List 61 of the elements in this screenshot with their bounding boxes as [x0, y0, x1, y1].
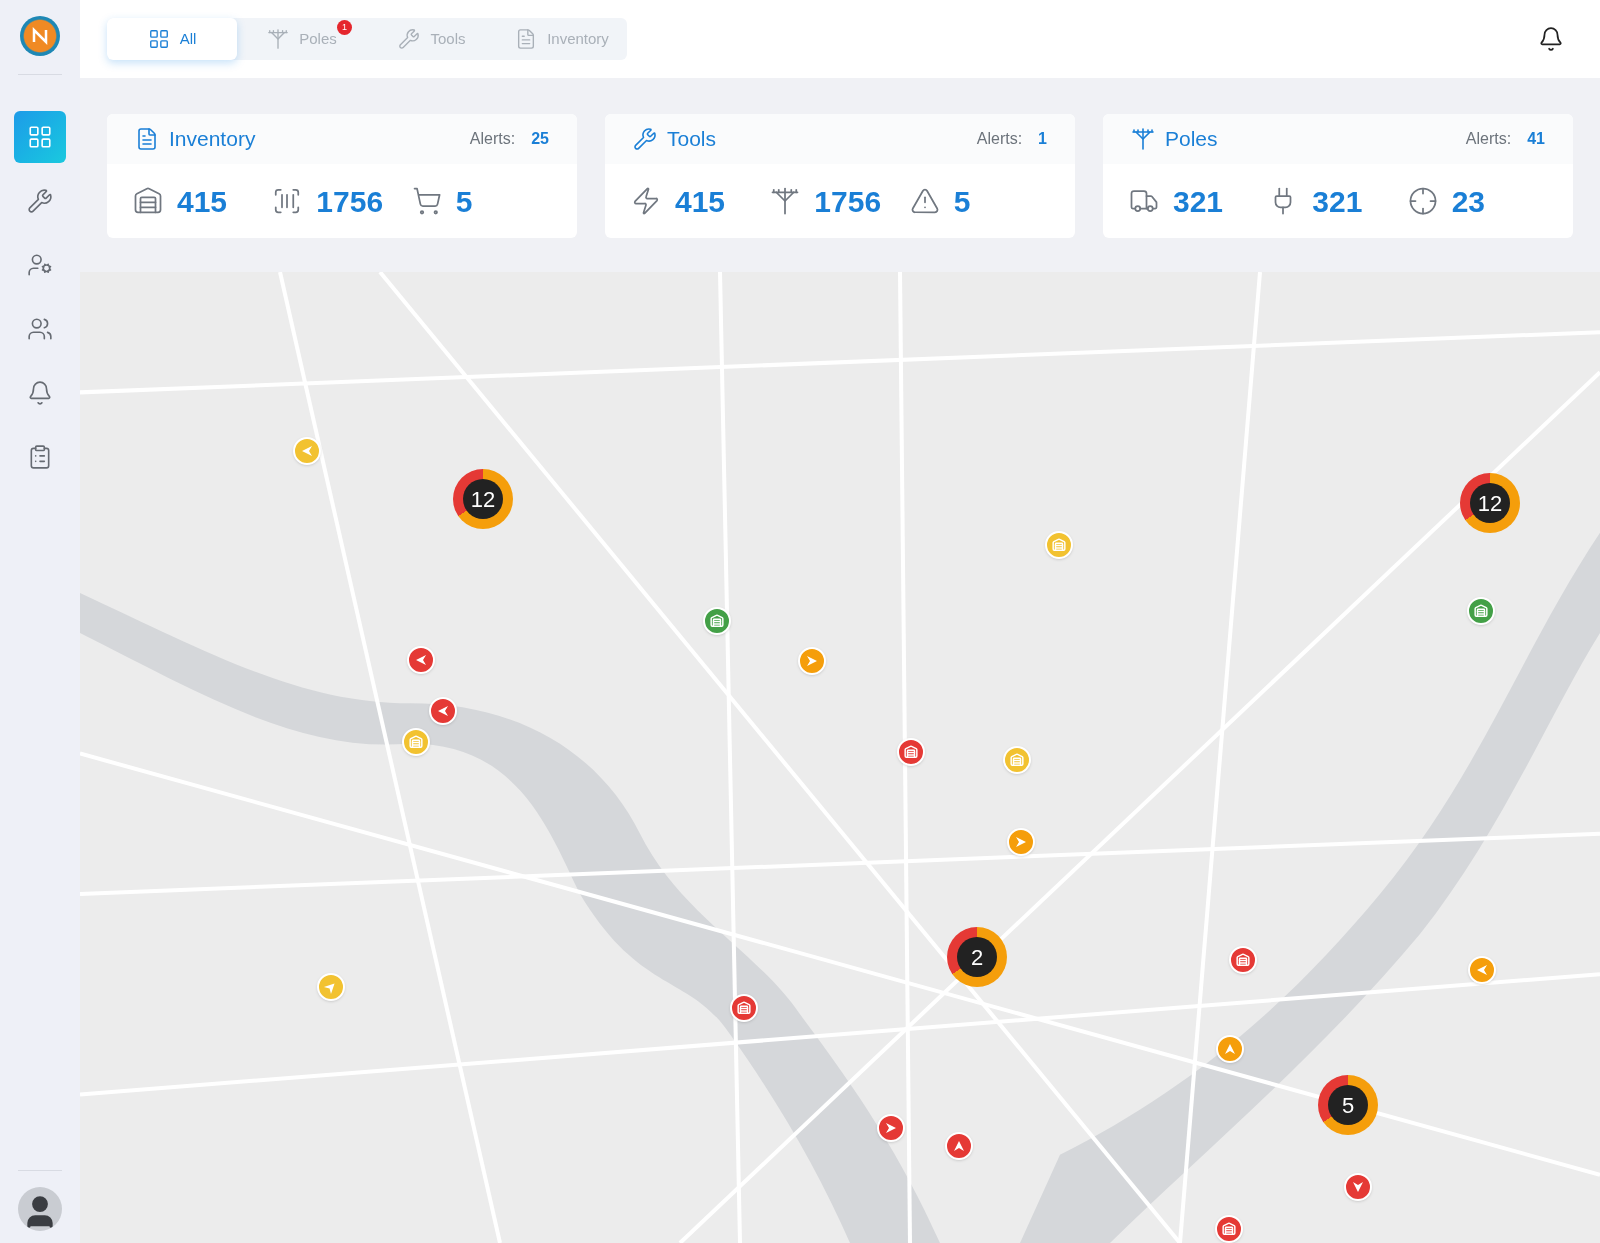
lightning-icon	[631, 186, 661, 216]
bell-icon	[27, 380, 53, 406]
cart-icon	[411, 186, 442, 216]
alerts-label: Alerts:	[976, 129, 1023, 149]
stat-value: 1756	[814, 183, 882, 220]
arrow-icon	[885, 1122, 897, 1134]
arrow-icon	[301, 445, 313, 457]
arrow-icon	[1224, 1043, 1236, 1055]
warehouse-icon	[1052, 538, 1066, 552]
stat-value: 5	[953, 183, 971, 220]
utility-pole-icon	[770, 186, 801, 216]
notification-bell-icon[interactable]	[1538, 26, 1564, 52]
alerts-count: 25	[531, 129, 549, 149]
arrow-icon	[1476, 964, 1488, 976]
user-gear-icon	[27, 252, 53, 278]
notification-badge: 1	[337, 20, 352, 35]
dashboard-grid-icon	[27, 124, 53, 150]
wrench-icon	[633, 127, 657, 151]
warehouse-icon	[904, 745, 918, 759]
wrench-icon	[27, 188, 53, 214]
alerts-label: Alerts:	[469, 129, 516, 149]
arrow-icon	[415, 654, 427, 666]
stat-value: 23	[1451, 183, 1486, 220]
warehouse-icon	[1474, 604, 1488, 618]
warehouse-icon	[737, 1001, 751, 1015]
warehouse-icon	[133, 186, 163, 216]
crosshair-icon	[1407, 186, 1438, 216]
arrow-icon	[953, 1140, 965, 1152]
document-icon	[135, 127, 159, 151]
tab[interactable]: All	[107, 18, 237, 60]
arrow-icon	[437, 705, 449, 717]
sidebar-item[interactable]	[14, 111, 66, 163]
stat-value: 415	[675, 183, 726, 220]
card-title: Inventory	[169, 126, 256, 153]
logo-icon[interactable]	[20, 16, 60, 56]
stat-value: 5	[455, 183, 473, 220]
wrench-icon	[398, 28, 421, 50]
stat-value: 321	[1312, 183, 1363, 220]
alerts-label: Alerts:	[1465, 129, 1512, 149]
tab[interactable]: Poles 1	[237, 18, 367, 60]
warehouse-icon	[409, 735, 423, 749]
alerts-count: 1	[1038, 129, 1047, 149]
card-title: Tools	[667, 126, 717, 153]
stat-value: 1756	[316, 183, 384, 220]
alerts-count: 41	[1527, 129, 1545, 149]
grid-icon	[147, 28, 170, 50]
arrow-icon	[1015, 836, 1027, 848]
warehouse-icon	[1222, 1222, 1236, 1236]
warehouse-icon	[1236, 953, 1250, 967]
warehouse-icon	[1010, 753, 1024, 767]
avatar-icon[interactable]	[18, 1187, 62, 1231]
stat-value: 415	[177, 183, 228, 220]
warning-icon	[909, 186, 940, 216]
utility-pole-icon	[267, 28, 290, 50]
utility-pole-icon	[1131, 127, 1155, 151]
stat-value: 321	[1173, 183, 1224, 220]
users-icon	[27, 316, 53, 342]
card-title: Poles	[1165, 126, 1218, 153]
arrow-icon	[806, 655, 818, 667]
arrow-icon	[1352, 1181, 1364, 1193]
warehouse-icon	[710, 614, 724, 628]
